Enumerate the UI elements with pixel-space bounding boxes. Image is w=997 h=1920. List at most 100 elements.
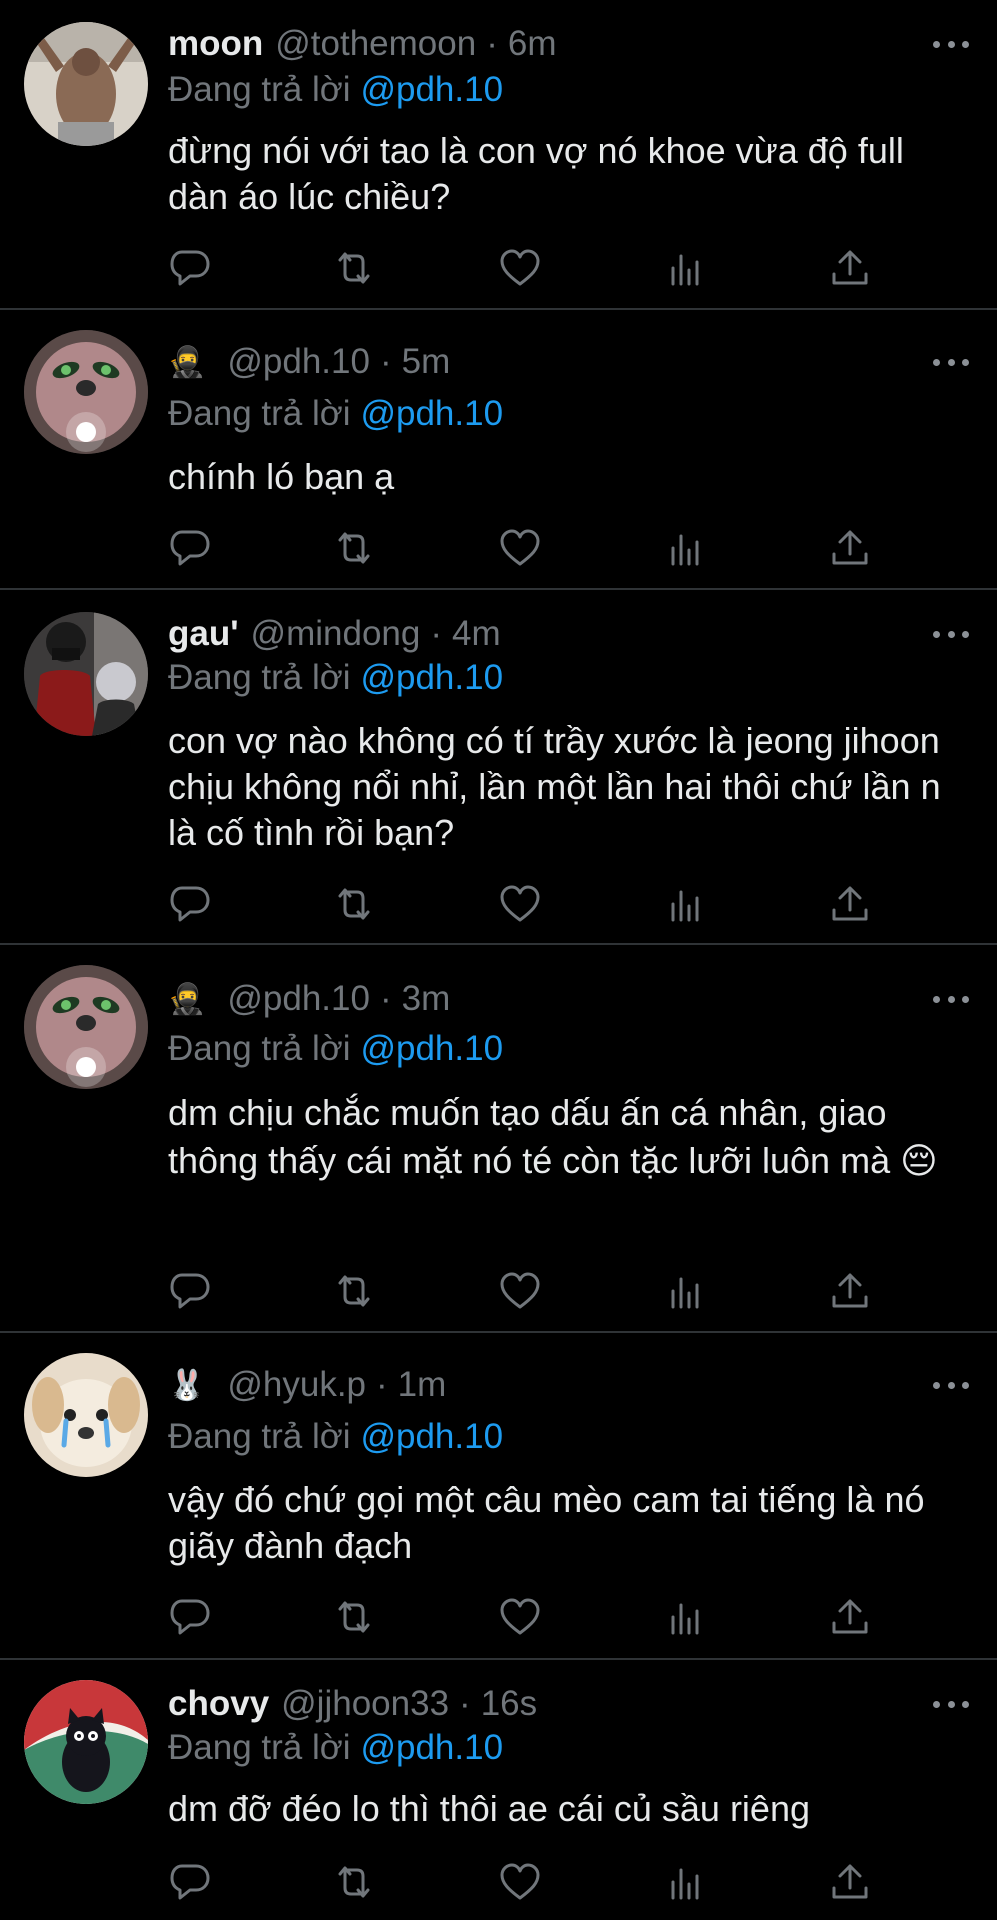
replying-label: Đang trả lời: [168, 70, 351, 109]
like-icon[interactable]: [498, 526, 542, 570]
replying-to: Đang trả lời @pdh.10: [168, 658, 503, 698]
tweet[interactable]: gau' @mindong · 4m Đang trả lời @pdh.10 c…: [0, 590, 997, 945]
views-icon[interactable]: [664, 1595, 708, 1639]
views-icon[interactable]: [664, 246, 708, 290]
views-icon[interactable]: [664, 1269, 708, 1313]
avatar-photo: [24, 22, 148, 146]
tweet[interactable]: moon @tothemoon · 6m Đang trả lời @pdh.10…: [0, 0, 997, 310]
like-icon[interactable]: [498, 1269, 542, 1313]
timestamp[interactable]: 1m: [398, 1365, 447, 1405]
tweet-actions: [168, 1860, 878, 1904]
replying-label: Đang trả lời: [168, 1728, 351, 1767]
tweet-text: vậy đó chứ gọi một câu mèo cam tai tiếng…: [168, 1479, 925, 1566]
share-icon[interactable]: [828, 1860, 872, 1904]
emoji-display-name[interactable]: 🥷: [168, 345, 205, 380]
avatar-photo: [24, 1680, 148, 1804]
avatar-photo: [24, 330, 148, 454]
tweet[interactable]: chovy @jjhoon33 · 16s Đang trả lời @pdh.1…: [0, 1660, 997, 1920]
replying-to: Đang trả lời @pdh.10: [168, 1728, 503, 1768]
share-icon[interactable]: [828, 1595, 872, 1639]
reply-icon[interactable]: [168, 246, 212, 290]
views-icon[interactable]: [664, 526, 708, 570]
avatar[interactable]: [24, 1680, 148, 1804]
more-icon[interactable]: [933, 1373, 969, 1397]
tweet[interactable]: 🐰 @hyuk.p · 1m Đang trả lời @pdh.10 vậy đ…: [0, 1333, 997, 1660]
display-name[interactable]: gau': [168, 614, 239, 654]
mention-link[interactable]: @pdh.10: [360, 658, 503, 697]
display-name[interactable]: chovy: [168, 1684, 269, 1724]
timestamp[interactable]: 3m: [402, 979, 451, 1019]
reply-icon[interactable]: [168, 882, 212, 926]
share-icon[interactable]: [828, 1269, 872, 1313]
like-icon[interactable]: [498, 882, 542, 926]
retweet-icon[interactable]: [332, 1860, 376, 1904]
retweet-icon[interactable]: [332, 1595, 376, 1639]
user-handle[interactable]: @tothemoon: [275, 24, 476, 64]
reply-icon[interactable]: [168, 1595, 212, 1639]
tweet[interactable]: 🥷 @pdh.10 · 5m Đang trả lời @pdh.10 chính…: [0, 310, 997, 590]
mention-link[interactable]: @pdh.10: [360, 1029, 503, 1068]
timestamp[interactable]: 16s: [481, 1684, 537, 1724]
mention-link[interactable]: @pdh.10: [360, 70, 503, 109]
user-handle[interactable]: @mindong: [251, 614, 421, 654]
more-icon[interactable]: [933, 987, 969, 1011]
mention-link[interactable]: @pdh.10: [360, 394, 503, 433]
emoji-display-name[interactable]: 🐰: [168, 1368, 205, 1403]
mention-link[interactable]: @pdh.10: [360, 1417, 503, 1456]
more-icon[interactable]: [933, 350, 969, 374]
share-icon[interactable]: [828, 526, 872, 570]
separator-dot: ·: [459, 1684, 471, 1723]
replying-to: Đang trả lời @pdh.10: [168, 394, 503, 434]
separator-dot: ·: [486, 24, 498, 63]
tweet-text: dm đỡ đéo lo thì thôi ae cái củ sầu riên…: [168, 1788, 810, 1829]
separator-dot: ·: [376, 1365, 388, 1404]
avatar[interactable]: [24, 612, 148, 736]
reply-icon[interactable]: [168, 1269, 212, 1313]
emoji-display-name[interactable]: 🥷: [168, 982, 205, 1017]
avatar[interactable]: [24, 22, 148, 146]
views-icon[interactable]: [664, 1860, 708, 1904]
avatar-photo: [24, 965, 148, 1089]
tweet-text: đừng nói với tao là con vợ nó khoe vừa đ…: [168, 130, 904, 217]
avatar[interactable]: [24, 965, 148, 1089]
separator-dot: ·: [379, 342, 392, 381]
more-icon[interactable]: [933, 1692, 969, 1716]
display-name[interactable]: moon: [168, 24, 263, 64]
views-icon[interactable]: [664, 882, 708, 926]
replying-label: Đang trả lời: [168, 1417, 351, 1456]
replying-to: Đang trả lời @pdh.10: [168, 1417, 503, 1457]
like-icon[interactable]: [498, 1595, 542, 1639]
share-icon[interactable]: [828, 246, 872, 290]
avatar[interactable]: [24, 1353, 148, 1477]
retweet-icon[interactable]: [332, 882, 376, 926]
tweet-text: dm chịu chắc muốn tạo dấu ấn cá nhân, gi…: [168, 1092, 938, 1181]
more-icon[interactable]: [933, 32, 969, 56]
retweet-icon[interactable]: [332, 246, 376, 290]
avatar-photo: [24, 612, 148, 736]
tweet[interactable]: 🥷 @pdh.10 · 3m Đang trả lời @pdh.10 dm ch…: [0, 945, 997, 1333]
separator-dot: ·: [379, 979, 392, 1018]
timestamp[interactable]: 5m: [402, 342, 451, 382]
retweet-icon[interactable]: [332, 1269, 376, 1313]
retweet-icon[interactable]: [332, 526, 376, 570]
reply-icon[interactable]: [168, 526, 212, 570]
replying-to: Đang trả lời @pdh.10: [168, 1029, 503, 1069]
user-handle[interactable]: @pdh.10: [227, 342, 370, 382]
user-handle[interactable]: @pdh.10: [227, 979, 370, 1019]
separator-dot: ·: [430, 614, 442, 653]
replying-to: Đang trả lời @pdh.10: [168, 70, 503, 110]
timestamp[interactable]: 4m: [452, 614, 501, 654]
reply-icon[interactable]: [168, 1860, 212, 1904]
avatar[interactable]: [24, 330, 148, 454]
share-icon[interactable]: [828, 882, 872, 926]
like-icon[interactable]: [498, 246, 542, 290]
user-handle[interactable]: @hyuk.p: [227, 1365, 366, 1405]
mention-link[interactable]: @pdh.10: [360, 1728, 503, 1767]
timestamp[interactable]: 6m: [508, 24, 557, 64]
replying-label: Đang trả lời: [168, 1029, 351, 1068]
tweet-actions: [168, 246, 878, 290]
like-icon[interactable]: [498, 1860, 542, 1904]
replying-label: Đang trả lời: [168, 658, 351, 697]
more-icon[interactable]: [933, 622, 969, 646]
user-handle[interactable]: @jjhoon33: [281, 1684, 449, 1724]
